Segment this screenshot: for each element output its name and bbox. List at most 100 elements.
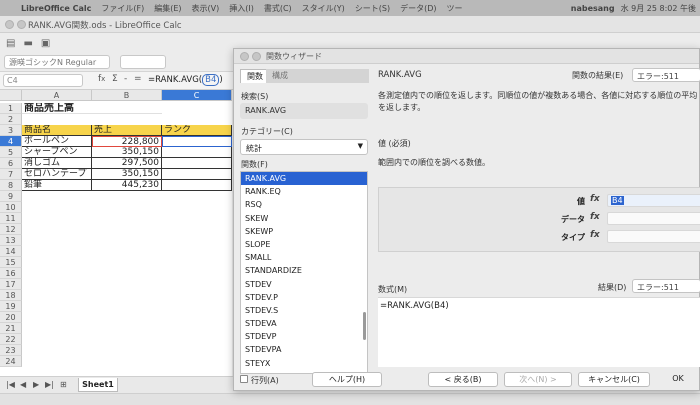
function-list-item[interactable]: SMALL [241,251,367,264]
last-sheet-icon[interactable]: ▶| [45,380,54,389]
select-all-corner[interactable] [0,90,22,101]
category-select[interactable]: 統計 ▼ [240,139,368,155]
row-header[interactable]: 23 [0,345,22,356]
row-header[interactable]: 5 [0,147,22,158]
function-list-item[interactable]: SLOPE [241,238,367,251]
product-cell[interactable]: 消しゴム [22,158,92,169]
arg-input-value[interactable]: B4 [607,194,700,207]
function-list-item[interactable]: STDEV.P [241,291,367,304]
row-header[interactable]: 11 [0,213,22,224]
column-header-a[interactable]: A [22,90,92,101]
chevron-down-icon[interactable]: - [124,74,127,84]
function-list-item[interactable]: RANK.EQ [241,185,367,198]
function-list-item[interactable]: RSQ [241,198,367,211]
dialog-close-button[interactable] [240,52,249,61]
cancel-button[interactable]: キャンセル(C) [578,372,650,387]
row-header[interactable]: 15 [0,257,22,268]
spreadsheet-grid[interactable]: A B C 1 2 3 4 5 6 7 8 9 10 11 12 13 14 15 16 17 18 19 20 21 2… [0,90,232,376]
row-header[interactable]: 7 [0,169,22,180]
product-cell[interactable]: セロハンテープ [22,169,92,180]
menu-format[interactable]: 書式(C) [259,3,297,14]
row-header[interactable]: 21 [0,323,22,334]
menu-insert[interactable]: 挿入(I) [224,3,259,14]
function-list-scrollbar[interactable] [363,312,366,340]
array-checkbox[interactable] [240,375,248,383]
minimize-window-button[interactable] [17,20,26,29]
formula-input[interactable]: =RANK.AVG(B4) [148,74,223,86]
save-icon[interactable]: ▣ [41,38,50,49]
ok-button[interactable]: OK [656,372,700,387]
menu-edit[interactable]: 編集(E) [149,3,186,14]
function-list-item[interactable]: STDEVA [241,317,367,330]
function-list-item[interactable]: SKEWP [241,225,367,238]
column-header-c[interactable]: C [162,90,232,101]
sales-cell-referenced[interactable]: 228,800 [92,136,162,147]
row-header[interactable]: 4 [0,136,22,147]
dialog-minimize-button[interactable] [252,52,261,61]
close-window-button[interactable] [5,20,14,29]
search-input[interactable]: RANK.AVG [240,103,368,119]
function-list-item[interactable]: STANDARDIZE [241,264,367,277]
rank-cell[interactable] [162,169,232,180]
row-header[interactable]: 6 [0,158,22,169]
row-header[interactable]: 9 [0,191,22,202]
row-header[interactable]: 1 [0,103,22,114]
row-header[interactable]: 13 [0,235,22,246]
next-sheet-icon[interactable]: ▶ [33,380,39,389]
next-button[interactable]: 次へ(N) > [504,372,572,387]
row-header[interactable]: 2 [0,114,22,125]
menu-file[interactable]: ファイル(F) [96,3,149,14]
fx-icon[interactable]: fx [590,194,600,204]
product-cell[interactable]: 鉛筆 [22,180,92,191]
function-list-item[interactable]: STEYX [241,357,367,370]
previous-sheet-icon[interactable]: ◀ [20,380,26,389]
new-document-icon[interactable]: ▤ [6,38,15,49]
menu-data[interactable]: データ(D) [395,3,441,14]
row-header[interactable]: 10 [0,202,22,213]
add-sheet-icon[interactable]: ⊞ [60,380,67,389]
function-list-item[interactable]: STDEVP [241,330,367,343]
row-header[interactable]: 14 [0,246,22,257]
row-header[interactable]: 16 [0,268,22,279]
sales-cell[interactable]: 445,230 [92,180,162,191]
row-header[interactable]: 8 [0,180,22,191]
row-header[interactable]: 18 [0,290,22,301]
rank-cell[interactable] [162,147,232,158]
help-button[interactable]: ヘルプ(H) [312,372,382,387]
tab-structure[interactable]: 構成 [266,69,369,83]
row-header[interactable]: 22 [0,334,22,345]
first-sheet-icon[interactable]: |◀ [6,380,15,389]
sum-icon[interactable]: Σ [112,74,118,84]
rank-cell[interactable] [162,158,232,169]
header-sales-cell[interactable]: 売上 [92,125,162,136]
open-folder-icon[interactable]: ▬ [23,38,32,49]
function-wizard-icon[interactable]: fx [98,74,105,84]
sales-cell[interactable]: 297,500 [92,158,162,169]
menu-view[interactable]: 表示(V) [187,3,225,14]
function-list-item[interactable]: SKEW [241,212,367,225]
menu-styles[interactable]: スタイル(Y) [297,3,350,14]
fx-icon[interactable]: fx [590,230,600,240]
back-button[interactable]: < 戻る(B) [428,372,498,387]
arg-input-data[interactable] [607,212,700,225]
font-size-combo[interactable] [120,55,166,69]
row-header[interactable]: 20 [0,312,22,323]
font-name-combo[interactable]: 源暎ゴシックN Regular [4,55,110,69]
row-header[interactable]: 24 [0,356,22,367]
fx-icon[interactable]: fx [590,212,600,222]
rank-cell[interactable] [162,180,232,191]
arg-input-type[interactable] [607,230,700,243]
header-rank-cell[interactable]: ランク [162,125,232,136]
function-list[interactable]: RANK.AVG RANK.EQ RSQ SKEW SKEWP SLOPE SMALL STA… [240,171,368,374]
function-list-item[interactable]: STDEV [241,278,367,291]
product-cell[interactable]: シャープペン [22,147,92,158]
sales-cell[interactable]: 350,150 [92,169,162,180]
menu-sheet[interactable]: シート(S) [350,3,395,14]
sheet-title-cell[interactable]: 商品売上高 [22,103,162,114]
sheet-tab[interactable]: Sheet1 [78,378,118,392]
app-menu[interactable]: LibreOffice Calc [16,4,96,13]
row-header[interactable]: 19 [0,301,22,312]
function-list-item[interactable]: STDEV.S [241,304,367,317]
formula-icon[interactable]: = [134,74,142,84]
function-list-item[interactable]: STDEVPA [241,343,367,356]
